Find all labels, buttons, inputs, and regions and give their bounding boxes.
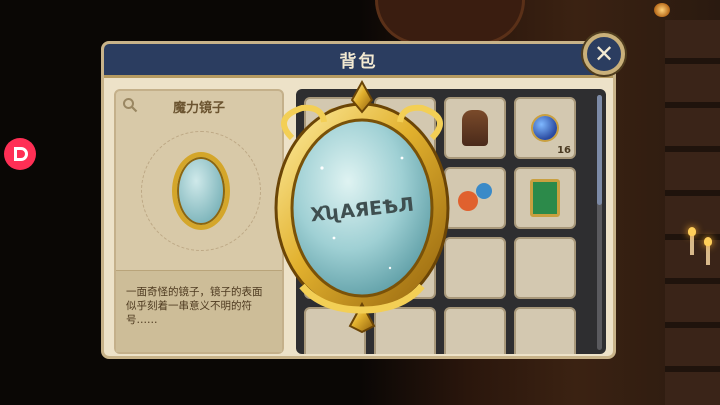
side-app-badge[interactable] — [4, 138, 36, 170]
inventory-slot[interactable] — [514, 167, 576, 229]
scrollbar-thumb[interactable] — [597, 95, 602, 205]
lamp — [654, 3, 670, 17]
panel-title: 背包 — [339, 52, 378, 72]
green-book-icon — [522, 175, 568, 221]
mirror-icon — [172, 152, 230, 230]
item-name: 魔力镜子 — [172, 101, 225, 116]
bookshelf — [665, 20, 720, 405]
item-preview — [138, 121, 264, 261]
candle — [688, 227, 696, 255]
item-description: 一面奇怪的镜子，镜子的表面似乎刻着一串意义不明的符号…… — [116, 270, 282, 352]
item-detail-card: 魔力镜子 一面奇怪的镜子，镜子的表面似乎刻着一串意义不明的符号…… — [114, 89, 284, 354]
close-button[interactable]: ✕ — [583, 33, 625, 75]
app-logo-icon — [14, 147, 28, 161]
arched-window — [375, 0, 525, 45]
inventory-slot[interactable]: 16 — [514, 97, 576, 159]
candle — [704, 237, 712, 265]
item-count: 16 — [557, 145, 571, 156]
close-icon: ✕ — [593, 40, 615, 68]
inventory-slot[interactable] — [514, 307, 576, 354]
scrollbar[interactable] — [597, 95, 602, 350]
magic-mirror-popup: ХʯАЯЕѢЛ — [274, 79, 450, 333]
inventory-slot[interactable] — [514, 237, 576, 299]
panel-header: 背包 — [104, 44, 613, 78]
